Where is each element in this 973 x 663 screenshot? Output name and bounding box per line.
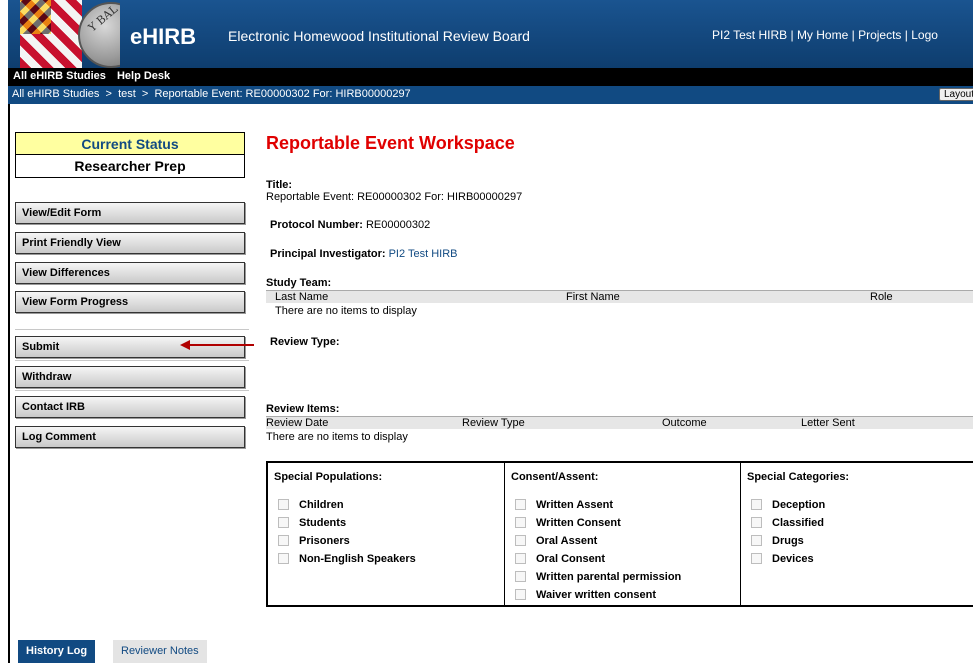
- seal-icon: Y BAL: [78, 2, 120, 68]
- col-outcome[interactable]: Outcome: [662, 417, 707, 429]
- checkbox-classified[interactable]: Classified: [751, 517, 824, 531]
- checkbox-icon[interactable]: [751, 517, 762, 528]
- current-status-box: Current Status Researcher Prep: [15, 132, 245, 178]
- col-review-type[interactable]: Review Type: [462, 417, 525, 429]
- consent-assent-column: Consent/Assent: Written Assent Written C…: [504, 463, 740, 605]
- checkbox-waiver-consent[interactable]: Waiver written consent: [515, 589, 656, 603]
- checkbox-icon[interactable]: [751, 499, 762, 510]
- brand-subtitle: Electronic Homewood Institutional Review…: [228, 28, 530, 44]
- current-status-heading: Current Status: [16, 133, 244, 155]
- breadcrumb[interactable]: All eHIRB Studies > test > Reportable Ev…: [12, 88, 411, 100]
- checkbox-icon[interactable]: [515, 553, 526, 564]
- checkbox-written-consent[interactable]: Written Consent: [515, 517, 621, 531]
- my-home-link[interactable]: My Home: [797, 28, 848, 42]
- breadcrumb-bar: All eHIRB Studies > test > Reportable Ev…: [8, 86, 973, 104]
- checkbox-devices[interactable]: Devices: [751, 553, 814, 567]
- checkbox-non-english[interactable]: Non-English Speakers: [278, 553, 416, 567]
- title-label: Title:: [266, 179, 293, 191]
- review-items-label: Review Items:: [266, 403, 340, 415]
- maryland-flag-graphic: [20, 0, 82, 68]
- checkbox-parental-permission[interactable]: Written parental permission: [515, 571, 681, 585]
- logoff-link[interactable]: Logo: [911, 28, 938, 42]
- special-populations-column: Special Populations: Children Students P…: [268, 463, 504, 605]
- checkbox-icon[interactable]: [278, 553, 289, 564]
- review-type-label: Review Type:: [270, 336, 340, 348]
- study-team-empty: There are no items to display: [275, 305, 417, 317]
- checkbox-students[interactable]: Students: [278, 517, 346, 531]
- special-categories-title: Special Categories:: [747, 471, 850, 483]
- withdraw-button[interactable]: Withdraw: [15, 366, 245, 388]
- title-value: Reportable Event: RE00000302 For: HIRB00…: [266, 191, 523, 203]
- principal-investigator-link[interactable]: PI2 Test HIRB: [389, 248, 458, 260]
- special-categories-column: Special Categories: Deception Classified…: [740, 463, 973, 605]
- checkbox-icon[interactable]: [515, 589, 526, 600]
- university-seal-logo: Y BAL: [20, 0, 120, 68]
- checkbox-icon[interactable]: [278, 499, 289, 510]
- col-first-name[interactable]: First Name: [566, 291, 620, 303]
- checkbox-icon[interactable]: [515, 535, 526, 546]
- checkbox-icon[interactable]: [515, 499, 526, 510]
- projects-link[interactable]: Projects: [858, 28, 901, 42]
- brand-name: eHIRB: [130, 24, 197, 49]
- user-name: PI2 Test HIRB: [712, 28, 788, 42]
- checkbox-oral-consent[interactable]: Oral Consent: [515, 553, 605, 567]
- tab-reviewer-notes[interactable]: Reviewer Notes: [113, 640, 207, 663]
- protocol-number-value: RE00000302: [365, 219, 431, 231]
- pointer-arrow-icon: [180, 340, 254, 350]
- protocol-number-label: Protocol Number:: [270, 219, 363, 231]
- contact-irb-button[interactable]: Contact IRB: [15, 396, 245, 418]
- checkbox-icon[interactable]: [751, 553, 762, 564]
- top-links: PI2 Test HIRB | My Home | Projects | Log…: [712, 28, 938, 42]
- col-last-name[interactable]: Last Name: [275, 291, 328, 303]
- checkbox-icon[interactable]: [278, 535, 289, 546]
- special-populations-title: Special Populations:: [274, 471, 383, 483]
- current-status-value: Researcher Prep: [16, 155, 244, 177]
- checkbox-prisoners[interactable]: Prisoners: [278, 535, 350, 549]
- checkbox-oral-assent[interactable]: Oral Assent: [515, 535, 597, 549]
- col-letter-sent[interactable]: Letter Sent: [801, 417, 855, 429]
- print-friendly-view-button[interactable]: Print Friendly View: [15, 232, 245, 254]
- nav-help-desk[interactable]: Help Desk: [117, 70, 170, 82]
- layout-button[interactable]: Layout: [938, 88, 973, 101]
- checkbox-deception[interactable]: Deception: [751, 499, 825, 513]
- review-items-header: Review Date Review Type Outcome Letter S…: [266, 416, 973, 429]
- consent-assent-title: Consent/Assent:: [511, 471, 599, 483]
- categories-panel: Special Populations: Children Students P…: [266, 461, 973, 607]
- tab-history-log[interactable]: History Log: [18, 640, 96, 663]
- checkbox-children[interactable]: Children: [278, 499, 344, 513]
- divider: [15, 390, 249, 391]
- view-form-progress-button[interactable]: View Form Progress: [15, 291, 245, 313]
- log-comment-button[interactable]: Log Comment: [15, 426, 245, 448]
- divider: [15, 360, 249, 361]
- workspace-title: Reportable Event Workspace: [266, 133, 515, 153]
- study-team-label: Study Team:: [266, 277, 332, 289]
- review-items-empty: There are no items to display: [266, 431, 408, 443]
- checkbox-icon[interactable]: [515, 517, 526, 528]
- checkbox-icon[interactable]: [278, 517, 289, 528]
- checkbox-drugs[interactable]: Drugs: [751, 535, 804, 549]
- view-edit-form-button[interactable]: View/Edit Form: [15, 202, 245, 224]
- col-review-date[interactable]: Review Date: [266, 417, 328, 429]
- checkbox-written-assent[interactable]: Written Assent: [515, 499, 613, 513]
- view-differences-button[interactable]: View Differences: [15, 262, 245, 284]
- divider: [15, 329, 249, 330]
- col-role[interactable]: Role: [870, 291, 893, 303]
- checkbox-icon[interactable]: [751, 535, 762, 546]
- principal-investigator-label: Principal Investigator:: [270, 248, 386, 260]
- checkbox-icon[interactable]: [515, 571, 526, 582]
- top-nav-bar: All eHIRB Studies Help Desk: [8, 68, 973, 86]
- nav-all-studies[interactable]: All eHIRB Studies: [13, 70, 106, 82]
- study-team-header: Last Name First Name Role: [266, 290, 973, 303]
